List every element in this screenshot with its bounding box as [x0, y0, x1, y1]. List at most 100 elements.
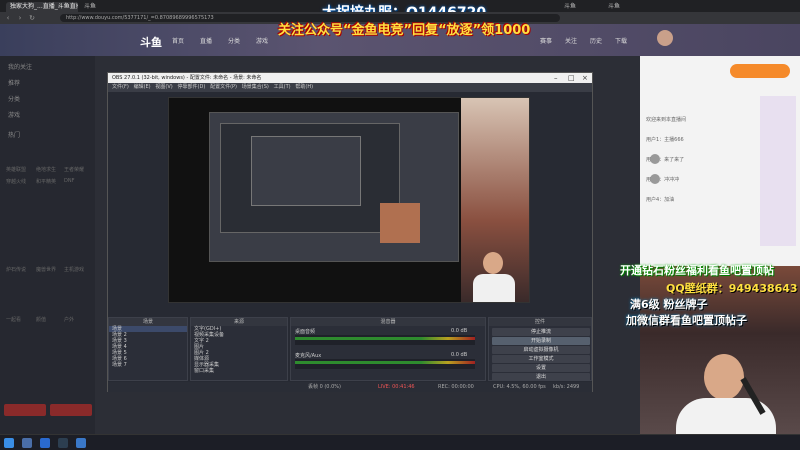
stream-overlay-text: 开通钻石粉丝福利看鱼吧置顶帖: [620, 264, 774, 277]
site-logo[interactable]: 斗鱼: [140, 34, 162, 50]
chat-message: 欢迎来到本直播间: [646, 117, 687, 123]
category-link[interactable]: 主机游戏: [64, 266, 84, 273]
virtual-camera-button[interactable]: 启动虚拟摄像机: [492, 346, 590, 354]
panel-header: 混音器: [291, 318, 485, 326]
category-link[interactable]: 绝地求生: [36, 166, 56, 173]
reload-icon[interactable]: ↻: [28, 14, 36, 22]
windows-start-icon[interactable]: [4, 438, 14, 448]
sidebar-item[interactable]: 我的关注: [8, 62, 32, 71]
category-link[interactable]: 一起看: [6, 316, 21, 323]
stream-overlay-text: 加微信群看鱼吧置顶帖子: [626, 314, 747, 327]
obs-menu-bar: 文件(F) 编辑(E) 视图(V) 停靠部件(D) 配置文件(P) 场景集合(S…: [108, 83, 592, 92]
sidebar-item[interactable]: 推荐: [8, 78, 20, 87]
settings-button[interactable]: 设置: [492, 364, 590, 372]
obs-icon[interactable]: [58, 438, 68, 448]
avatar: [650, 174, 660, 184]
mixer-channel-name: 麦克风/Aux: [295, 353, 322, 359]
avatar: [650, 154, 660, 164]
chat-panel: 欢迎来到本直播间 用户1：主播666 用户2：来了来了 用户3：冲冲冲 用户4：…: [640, 56, 800, 266]
live-time: LIVE: 00:41:46: [378, 384, 415, 390]
rec-time: REC: 00:00:00: [438, 384, 474, 390]
menu-item[interactable]: 视图(V): [155, 84, 172, 90]
minimize-icon[interactable]: –: [554, 74, 562, 82]
close-icon[interactable]: ×: [582, 74, 590, 82]
obs-window: OBS 27.0.1 (32-bit, windows) - 配置文件: 未命名…: [107, 72, 593, 392]
category-link[interactable]: 穿越火线: [6, 178, 26, 185]
category-link[interactable]: 魔兽世界: [36, 266, 56, 273]
scenes-panel: 场景 场景 场景 2 场景 3 场景 4 场景 5 场景 6 场景 7: [108, 317, 188, 381]
back-icon[interactable]: ‹: [4, 14, 12, 22]
nav-item[interactable]: 游戏: [256, 36, 268, 45]
browser-tab[interactable]: 独家大狗_...直播_斗鱼直播: [6, 2, 78, 12]
app-icon[interactable]: [76, 438, 86, 448]
mixer-channel-db: 0.0 dB: [451, 328, 468, 334]
volume-meter-level: [295, 361, 475, 364]
stop-streaming-button[interactable]: 停止推流: [492, 328, 590, 336]
search-icon[interactable]: [22, 438, 32, 448]
start-recording-button[interactable]: 开始录制: [492, 337, 590, 345]
nav-item[interactable]: 历史: [590, 36, 602, 45]
streamer-face: [704, 354, 744, 400]
nested-capture: [220, 123, 400, 233]
chat-message: 用户1：主播666: [646, 137, 684, 143]
maximize-icon[interactable]: □: [568, 74, 576, 82]
sources-panel: 来源 文字(GDI+) 视频采集设备 文字 2 图片 图片 2 媒体源 显示器采…: [190, 317, 288, 381]
nested-capture: [209, 112, 459, 262]
edge-browser-icon[interactable]: [40, 438, 50, 448]
volume-meter-level: [295, 337, 475, 340]
scene-item[interactable]: 场景 7: [109, 362, 187, 368]
nav-item[interactable]: 分类: [228, 36, 240, 45]
panel-header: 场景: [109, 318, 187, 326]
obs-preview[interactable]: [168, 97, 530, 303]
browser-tab[interactable]: 斗鱼: [560, 2, 600, 12]
menu-item[interactable]: 编辑(E): [134, 84, 151, 90]
nav-item[interactable]: 下载: [615, 36, 627, 45]
sidebar-item[interactable]: 分类: [8, 94, 20, 103]
menu-item[interactable]: 文件(F): [112, 84, 129, 90]
stream-overlay-promo: 关注公众号“金鱼电竞”回复“放逐”领1000: [278, 23, 531, 38]
stream-overlay-text: 满6级 粉丝牌子: [630, 298, 708, 311]
menu-item[interactable]: 配置文件(P): [210, 84, 237, 90]
category-link[interactable]: DNF: [64, 178, 74, 184]
nested-streamer: [469, 248, 519, 302]
obs-title-bar: OBS 27.0.1 (32-bit, windows) - 配置文件: 未命名…: [108, 73, 592, 83]
promo-button[interactable]: [50, 404, 92, 416]
menu-item[interactable]: 场景集合(S): [242, 84, 269, 90]
sidebar-item[interactable]: 游戏: [8, 110, 20, 119]
category-link[interactable]: 和平精英: [36, 178, 56, 185]
mixer-panel: 混音器 桌面音频 0.0 dB 麦克风/Aux 0.0 dB: [290, 317, 486, 381]
sidebar-item[interactable]: 热门: [8, 130, 20, 139]
forward-icon[interactable]: ›: [16, 14, 24, 22]
menu-item[interactable]: 工具(T): [274, 84, 291, 90]
gift-banner: [760, 96, 796, 246]
source-item[interactable]: 窗口采集: [191, 368, 287, 374]
nested-camera: [380, 203, 420, 243]
promo-button[interactable]: [4, 404, 46, 416]
panel-header: 控件: [489, 318, 591, 326]
mixer-channel-name: 桌面音频: [295, 329, 316, 335]
follow-button[interactable]: [730, 64, 790, 78]
mixer-channel-db: 0.0 dB: [451, 352, 468, 358]
studio-mode-button[interactable]: 工作室模式: [492, 355, 590, 363]
nav-item[interactable]: 首页: [172, 36, 184, 45]
exit-button[interactable]: 退出: [492, 373, 590, 381]
category-link[interactable]: 王者荣耀: [64, 166, 84, 173]
menu-item[interactable]: 帮助(H): [295, 84, 313, 90]
taskbar: [0, 434, 800, 450]
category-link[interactable]: 英雄联盟: [6, 166, 26, 173]
bitrate: kb/s: 2499: [553, 384, 580, 390]
browser-tab[interactable]: 斗鱼: [604, 2, 644, 12]
avatar[interactable]: [657, 30, 673, 46]
category-link[interactable]: 炉石传说: [6, 266, 26, 273]
nav-item[interactable]: 关注: [565, 36, 577, 45]
stream-overlay-text: QQ壁纸群：949438643: [666, 282, 798, 295]
browser-tab[interactable]: 斗鱼: [80, 2, 120, 12]
nested-capture: [251, 136, 361, 206]
left-sidebar: 我的关注 推荐 分类 游戏 热门 英雄联盟 绝地求生 王者荣耀 穿越火线 和平精…: [0, 56, 95, 434]
nav-item[interactable]: 直播: [200, 36, 212, 45]
category-link[interactable]: 颜值: [36, 316, 46, 323]
chat-message: 用户4：加油: [646, 197, 675, 203]
category-link[interactable]: 户外: [64, 316, 74, 323]
menu-item[interactable]: 停靠部件(D): [178, 84, 206, 90]
nav-item[interactable]: 赛事: [540, 36, 552, 45]
